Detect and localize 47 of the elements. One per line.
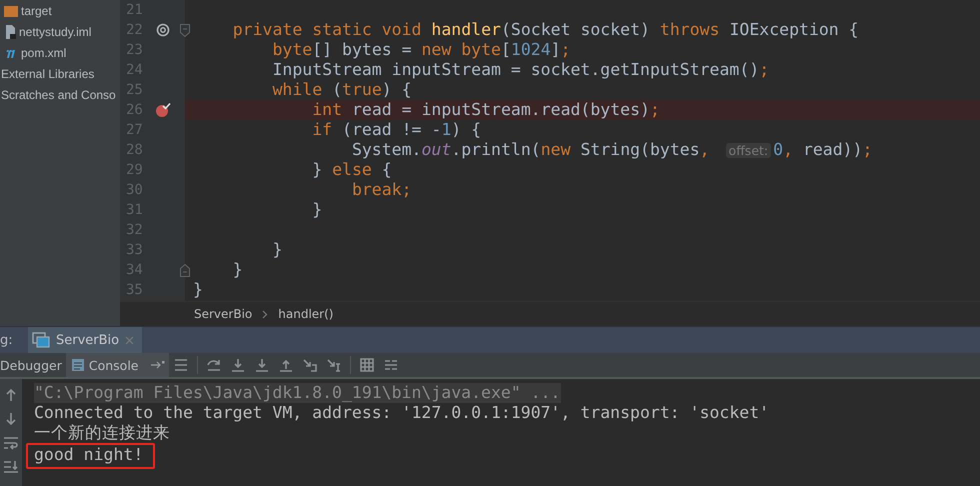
- code-line: } else {: [311, 160, 392, 180]
- drop-frame-icon[interactable]: [302, 357, 318, 373]
- tree-item[interactable]: nettystudy.iml: [19, 24, 92, 38]
- breakpoint-icon[interactable]: [155, 102, 171, 118]
- folder-icon: [4, 4, 18, 16]
- panel-tab[interactable]: Debugger: [0, 353, 66, 377]
- tree-item[interactable]: Scratches and Conso: [1, 88, 116, 102]
- code-line: if (read != -1) {: [311, 120, 482, 140]
- code-line: }: [271, 240, 282, 260]
- console-line: 一个新的连接进来: [34, 423, 170, 443]
- tree-item[interactable]: target: [21, 4, 52, 18]
- fold-icon[interactable]: [180, 264, 190, 276]
- code-line: }: [311, 200, 322, 220]
- chevron-icon: [262, 310, 268, 319]
- fold-icon[interactable]: [180, 24, 190, 36]
- tree-item[interactable]: pom.xml: [21, 46, 66, 60]
- window-icon: [32, 332, 50, 348]
- panel-label: g:: [0, 332, 14, 348]
- file-icon: [4, 24, 16, 38]
- console-line: Connected to the target VM, address: '127.0.0.1:1907', transport: 'socket': [34, 403, 770, 423]
- run-to-cursor-icon[interactable]: [326, 357, 342, 373]
- step-over-icon[interactable]: [206, 357, 222, 373]
- step-into-icon[interactable]: [230, 357, 246, 373]
- breadcrumb[interactable]: handler(): [278, 307, 334, 322]
- code-line: }: [193, 280, 203, 300]
- code-line: int read = inputStream.read(bytes);: [311, 100, 660, 120]
- pin-arrow-icon[interactable]: [150, 360, 164, 370]
- step-out-icon[interactable]: [278, 357, 294, 373]
- force-step-into-icon[interactable]: [254, 357, 270, 373]
- tree-item[interactable]: External Libraries: [1, 66, 94, 80]
- scroll-to-end-icon[interactable]: [3, 459, 19, 475]
- code-line: break;: [350, 180, 412, 200]
- panel-tab[interactable]: Console: [66, 353, 168, 377]
- run-tab[interactable]: ServerBio: [28, 327, 142, 353]
- calculator-icon[interactable]: [358, 357, 374, 373]
- soft-wrap-icon[interactable]: [3, 435, 19, 451]
- menu-icon[interactable]: [172, 357, 188, 373]
- settings-list-icon[interactable]: [382, 357, 398, 373]
- breadcrumb[interactable]: ServerBio: [194, 307, 252, 322]
- console-line: good night!: [34, 445, 144, 465]
- code-line: private static void handler(Socket socket) throws IOException {: [232, 20, 859, 40]
- code-line: System.out.println(new String(bytes, offset: 0, read));: [350, 140, 872, 160]
- code-line: while (true) {: [271, 80, 412, 100]
- code-line: }: [232, 260, 243, 280]
- code-line: InputStream inputStream = socket.getInputStream();: [271, 60, 770, 80]
- code-line: byte[] bytes = new byte[1024];: [271, 40, 571, 60]
- console-icon: [70, 358, 85, 372]
